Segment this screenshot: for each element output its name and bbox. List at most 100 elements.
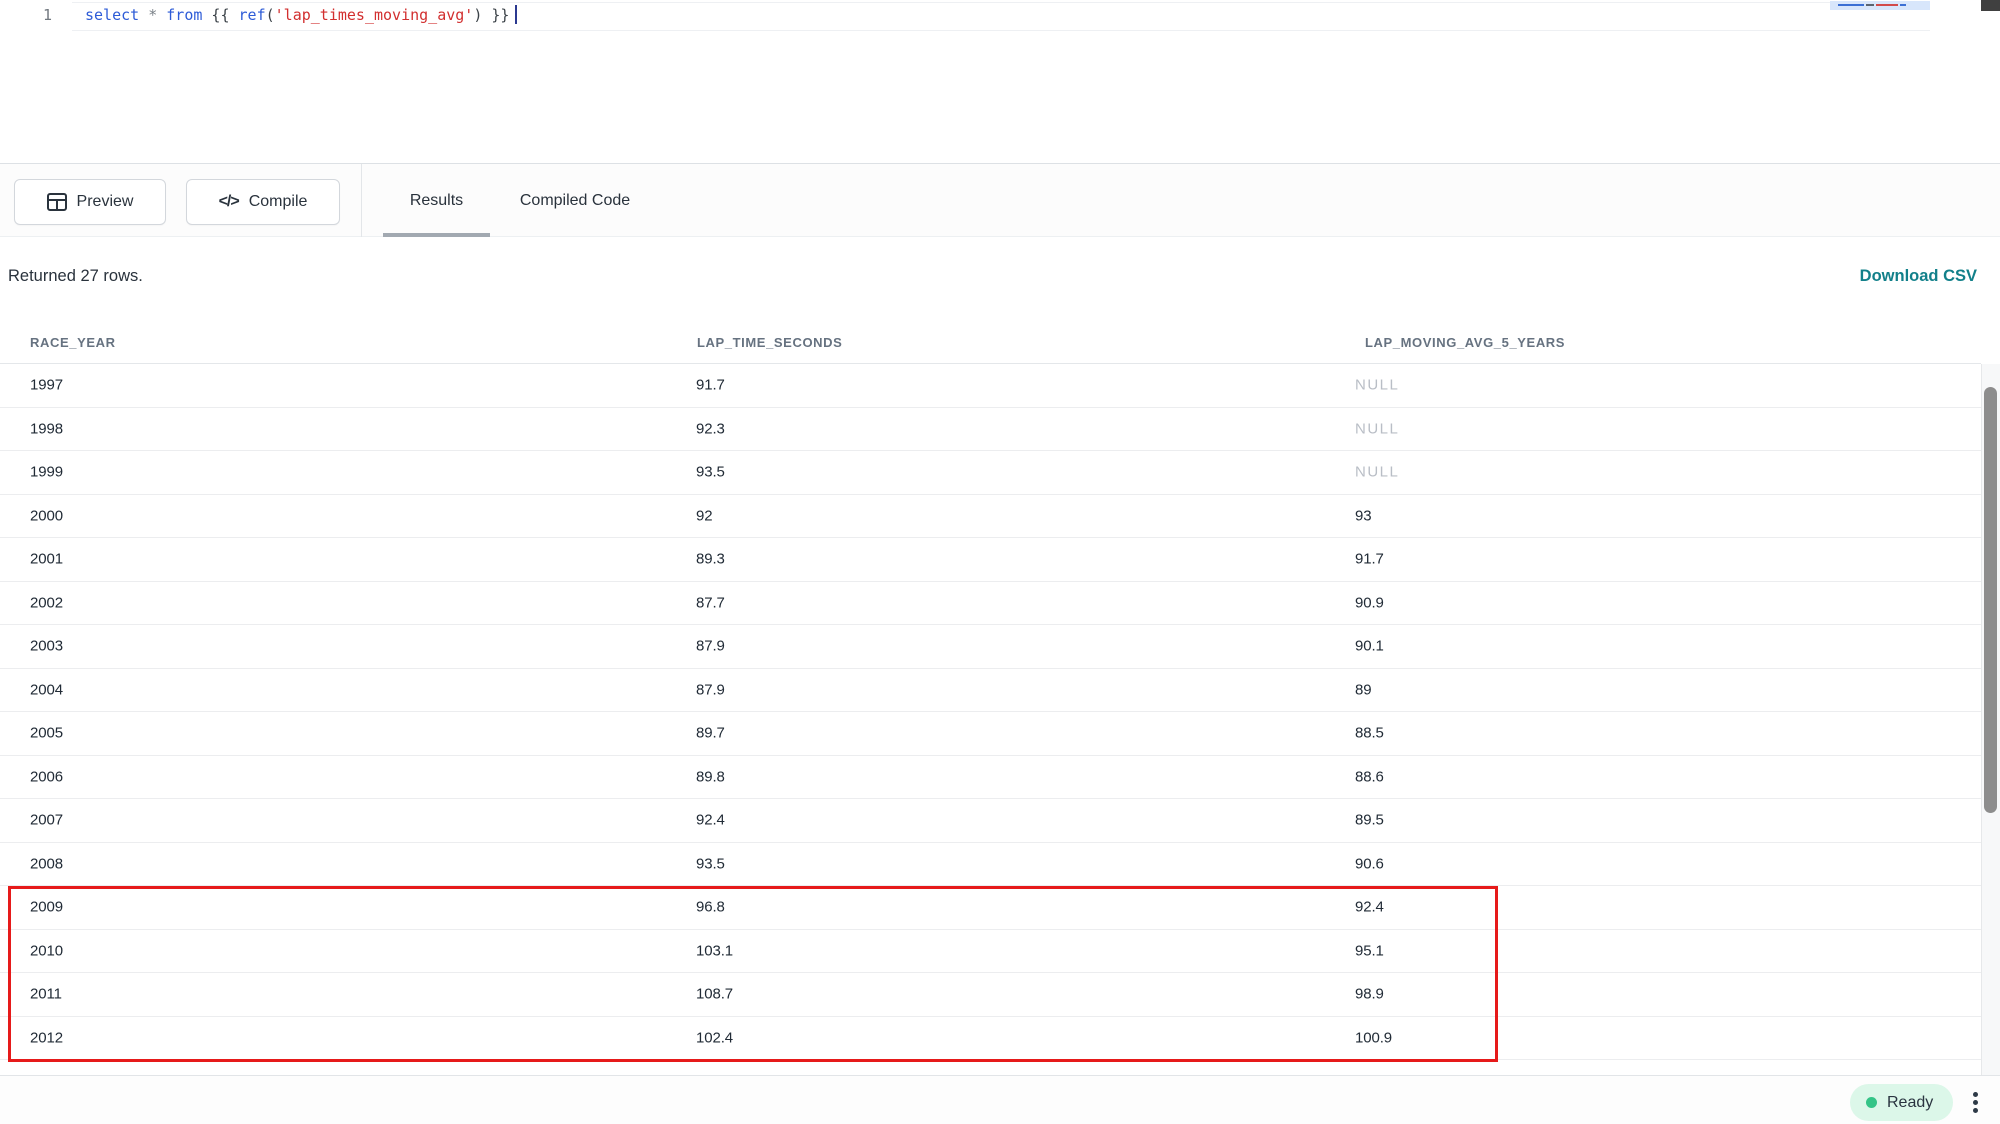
cell-lap-time-seconds: 96.8 xyxy=(696,899,725,916)
table-row: 200689.888.6 xyxy=(0,756,1981,800)
cell-race-year: 2001 xyxy=(30,551,63,568)
table-body: 199791.7NULL199892.3NULL199993.5NULL2000… xyxy=(0,364,1981,1068)
cell-lap-time-seconds: 92.3 xyxy=(696,420,725,437)
cell-race-year: 2002 xyxy=(30,594,63,611)
results-meta: Returned 27 rows. Download CSV xyxy=(0,237,2000,321)
cell-lap-time-seconds: 93.5 xyxy=(696,464,725,481)
cell-lap-time-seconds: 103.1 xyxy=(696,942,733,959)
table-row: 200996.892.4 xyxy=(0,886,1981,930)
compile-button[interactable]: </> Compile xyxy=(186,179,340,225)
cell-lap-time-seconds: 92.4 xyxy=(696,812,725,829)
table-row: 2011 108.7 98.9 xyxy=(0,973,1981,1017)
code-token: * xyxy=(148,6,157,24)
code-line[interactable]: select * from {{ ref('lap_times_moving_a… xyxy=(85,5,517,24)
table-row: 2012 102.4 100.9 xyxy=(0,1017,1981,1061)
download-csv-link[interactable]: Download CSV xyxy=(1860,267,1977,286)
cell-lap-moving-avg: 95.1 xyxy=(1355,942,1384,959)
status-badge: Ready xyxy=(1850,1084,1953,1121)
table-row: 1999 93.5 NULL xyxy=(0,451,1981,495)
cell-lap-moving-avg: 88.5 xyxy=(1355,725,1384,742)
table-row: 2004 87.9 89 xyxy=(0,669,1981,713)
cell-lap-moving-avg: 89.5 xyxy=(1355,812,1384,829)
cell-lap-time-seconds: 89.3 xyxy=(696,551,725,568)
cell-lap-time-seconds: 102.4 xyxy=(696,1029,733,1046)
green-dot-icon xyxy=(1866,1097,1877,1108)
cell-race-year: 2010 xyxy=(30,942,63,959)
code-editor[interactable]: 1 select * from {{ ref('lap_times_moving… xyxy=(0,0,2000,163)
preview-button-label: Preview xyxy=(77,193,134,211)
results-scrollbar-thumb[interactable] xyxy=(1984,387,1997,813)
text-cursor xyxy=(515,5,517,24)
tab-results-label: Results xyxy=(410,192,463,210)
code-token: ref xyxy=(239,6,266,24)
cell-lap-moving-avg: 92.4 xyxy=(1355,899,1384,916)
cell-lap-moving-avg: 90.9 xyxy=(1355,594,1384,611)
cell-lap-moving-avg: 89 xyxy=(1355,681,1372,698)
column-header-race-year[interactable]: RACE_YEAR xyxy=(30,335,116,350)
code-token: select xyxy=(85,6,139,24)
sql-ide: 1 select * from {{ ref('lap_times_moving… xyxy=(0,0,2000,1124)
table-row: 2002 87.7 90.9 xyxy=(0,582,1981,626)
column-header-lap-moving-avg[interactable]: LAP_MOVING_AVG_5_YEARS xyxy=(1365,335,1565,350)
cell-race-year: 2000 xyxy=(30,507,63,524)
cell-lap-moving-avg: 93 xyxy=(1355,507,1372,524)
cell-lap-moving-avg: 98.9 xyxy=(1355,986,1384,1003)
preview-button[interactable]: Preview xyxy=(14,179,166,225)
code-brackets-icon: </> xyxy=(219,193,239,211)
tab-compiled-code-label: Compiled Code xyxy=(520,192,630,210)
cell-lap-time-seconds: 89.7 xyxy=(696,725,725,742)
compile-button-label: Compile xyxy=(249,193,308,211)
kebab-vertical-icon[interactable] xyxy=(1966,1085,1984,1119)
table-row: 1998 92.3 NULL xyxy=(0,408,1981,452)
column-header-lap-time-seconds[interactable]: LAP_TIME_SECONDS xyxy=(697,335,842,350)
table-row: 2005 89.7 88.5 xyxy=(0,712,1981,756)
cell-lap-time-seconds: 91.7 xyxy=(696,377,725,394)
cell-race-year: 2011 xyxy=(30,986,62,1003)
toolbar: Preview </> Compile Results Compiled Cod… xyxy=(0,163,2000,237)
code-token: }} xyxy=(482,6,509,24)
table-row: 2000 92 93 xyxy=(0,495,1981,539)
cell-race-year: 2012 xyxy=(30,1029,63,1046)
cell-lap-time-seconds: 87.9 xyxy=(696,681,725,698)
cell-lap-moving-avg: 91.7 xyxy=(1355,551,1384,568)
code-token xyxy=(157,6,166,24)
table-row: 2010 103.1 95.1 xyxy=(0,930,1981,974)
table-header: RACE_YEAR LAP_TIME_SECONDS LAP_MOVING_AV… xyxy=(0,325,1981,364)
table-grid-icon xyxy=(47,193,67,211)
cell-lap-moving-avg: NULL xyxy=(1355,420,1399,437)
line-number: 1 xyxy=(30,6,52,24)
table-row: 2001 89.3 91.7 xyxy=(0,538,1981,582)
code-token: from xyxy=(166,6,202,24)
cell-lap-time-seconds: 108.7 xyxy=(696,986,733,1003)
tab-compiled-code[interactable]: Compiled Code xyxy=(505,164,645,237)
minimap[interactable] xyxy=(1830,1,1930,10)
code-token: 'lap_times_moving_avg' xyxy=(275,6,474,24)
cell-lap-time-seconds: 92 xyxy=(696,507,713,524)
cell-lap-time-seconds: 87.9 xyxy=(696,638,725,655)
cell-race-year: 2005 xyxy=(30,725,63,742)
cell-lap-moving-avg: NULL xyxy=(1355,377,1399,394)
cell-race-year: 2007 xyxy=(30,812,63,829)
cell-lap-moving-avg: 90.6 xyxy=(1355,855,1384,872)
cell-race-year: 2004 xyxy=(30,681,63,698)
table-row: 200387.990.1 xyxy=(0,625,1981,669)
status-badge-label: Ready xyxy=(1887,1094,1933,1112)
toolbar-divider xyxy=(361,164,362,237)
cell-lap-time-seconds: 87.7 xyxy=(696,594,725,611)
cell-race-year: 1998 xyxy=(30,420,63,437)
cell-lap-time-seconds: 89.8 xyxy=(696,768,725,785)
tab-results[interactable]: Results xyxy=(383,164,490,237)
cell-lap-moving-avg: NULL xyxy=(1355,464,1399,481)
cell-lap-time-seconds: 93.5 xyxy=(696,855,725,872)
editor-scrollbar[interactable] xyxy=(1981,0,2000,11)
code-token xyxy=(139,6,148,24)
cell-race-year: 2008 xyxy=(30,855,63,872)
cell-race-year: 1999 xyxy=(30,464,63,481)
status-bar: Ready xyxy=(0,1075,2000,1124)
code-token: ( xyxy=(266,6,275,24)
table-row: 2008 93.5 90.6 xyxy=(0,843,1981,887)
cell-lap-moving-avg: 100.9 xyxy=(1355,1029,1392,1046)
table-row: 199791.7NULL xyxy=(0,364,1981,408)
cell-lap-moving-avg: 88.6 xyxy=(1355,768,1384,785)
code-token: {{ xyxy=(202,6,238,24)
